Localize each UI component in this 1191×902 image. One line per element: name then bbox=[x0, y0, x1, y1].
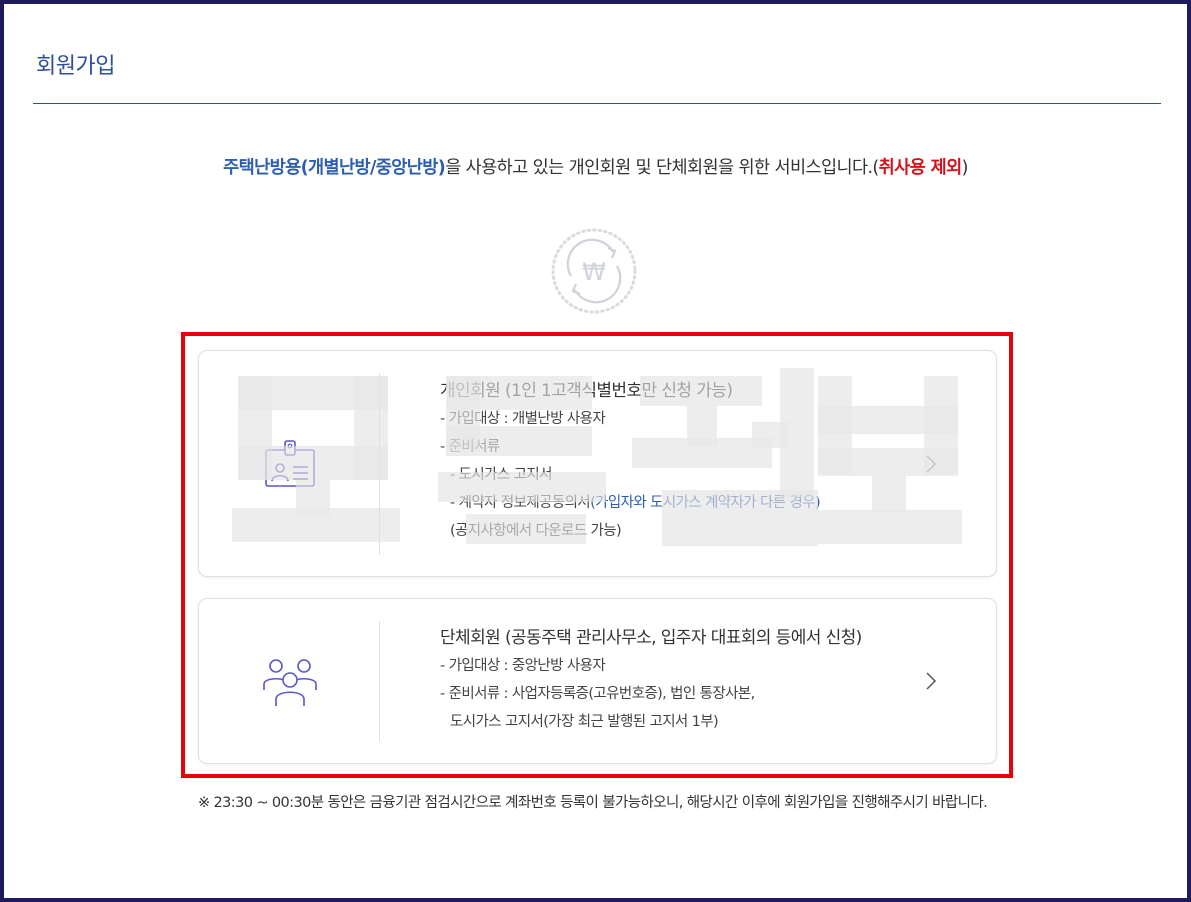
intro-text-end: ) bbox=[961, 158, 969, 178]
title-divider bbox=[33, 103, 1161, 104]
highlight-annotation-box bbox=[181, 332, 1013, 778]
service-intro: 주택난방용(개별난방/중앙난방)을 사용하고 있는 개인회원 및 단체회원을 위… bbox=[0, 154, 1191, 179]
intro-text: 을 사용하고 있는 개인회원 및 단체회원을 위한 서비스입니다.( bbox=[445, 158, 879, 178]
svg-text:₩: ₩ bbox=[582, 258, 606, 286]
intro-highlight-exclusion: 취사용 제외 bbox=[878, 158, 963, 178]
maintenance-notice: ※ 23:30 ~ 00:30분 동안은 금융기관 점검시간으로 계좌번호 등록… bbox=[198, 795, 988, 811]
won-currency-icon: ₩ bbox=[551, 228, 637, 314]
intro-highlight-heating: 주택난방용(개별난방/중앙난방) bbox=[223, 158, 446, 178]
page-title: 회원가입 bbox=[36, 54, 115, 79]
